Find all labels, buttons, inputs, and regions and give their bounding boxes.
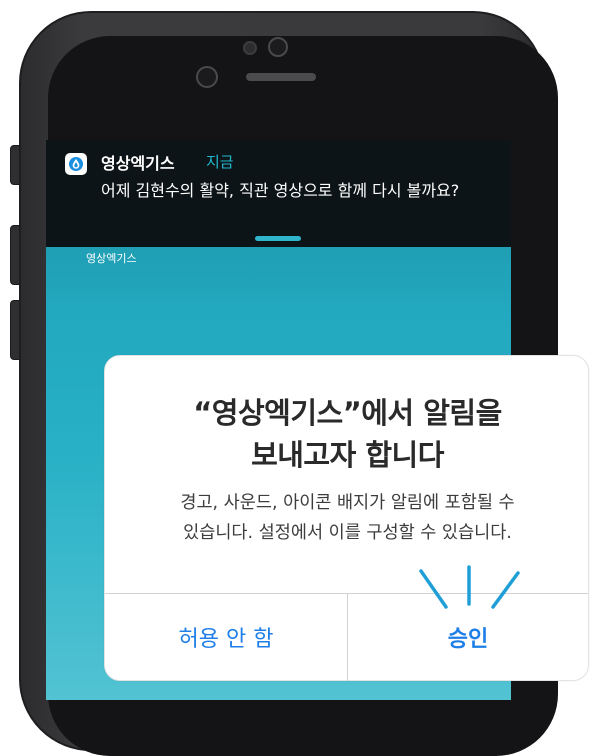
- notification-time: 지금: [206, 153, 234, 171]
- proximity-sensor: [243, 41, 257, 55]
- notification-message: 어제 김현수의 활약, 직관 영상으로 함께 다시 볼까요?: [101, 181, 460, 200]
- notification-app-name: 영상엑기스: [101, 154, 175, 173]
- home-app-label: 영상엑기스: [86, 252, 137, 265]
- notification-banner[interactable]: 영상엑기스 지금 어제 김현수의 활약, 직관 영상으로 함께 다시 볼까요?: [46, 140, 511, 247]
- sensor-dot: [268, 37, 288, 57]
- allow-button[interactable]: 승인: [348, 594, 588, 680]
- notification-grabber[interactable]: [255, 236, 301, 241]
- deny-button[interactable]: 허용 안 함: [105, 594, 347, 680]
- alert-title-line: 보내고자 합니다: [251, 438, 444, 472]
- alert-message-line: 경고, 사운드, 아이콘 배지가 알림에 포함될 수: [180, 493, 515, 513]
- earpiece-speaker: [246, 73, 316, 81]
- permission-alert: “영상엑기스”에서 알림을 보내고자 합니다 경고, 사운드, 아이콘 배지가 …: [104, 355, 589, 681]
- front-camera: [196, 66, 218, 88]
- water-drop-icon: [65, 153, 87, 175]
- alert-title: “영상엑기스”에서 알림을 보내고자 합니다: [105, 392, 590, 476]
- alert-message: 경고, 사운드, 아이콘 배지가 알림에 포함될 수 있습니다. 설정에서 이를…: [105, 488, 590, 548]
- alert-title-line: “영상엑기스”에서 알림을: [193, 396, 502, 430]
- alert-message-line: 있습니다. 설정에서 이를 구성할 수 있습니다.: [183, 523, 512, 543]
